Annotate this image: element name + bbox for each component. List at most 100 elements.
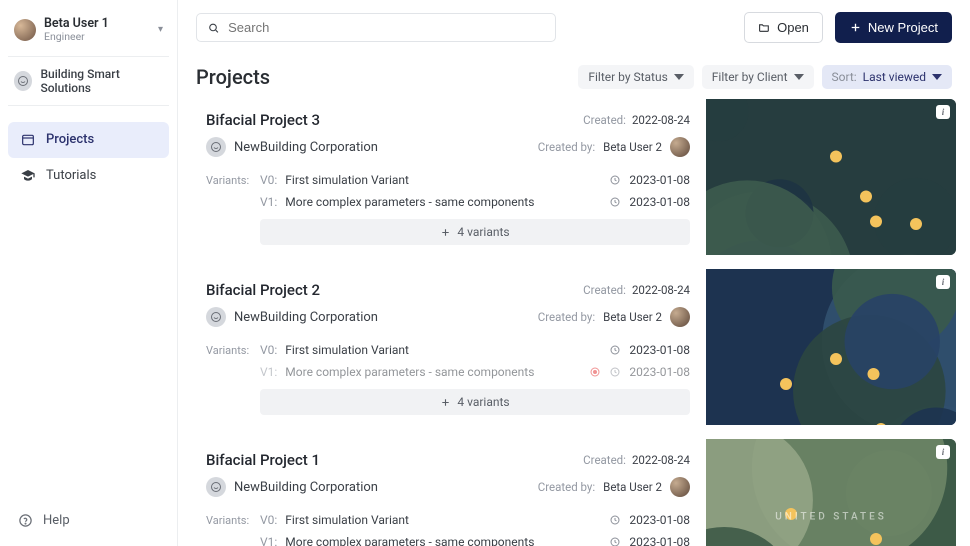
- map-info-button[interactable]: i: [936, 445, 950, 459]
- more-variants-label: 4 variants: [457, 395, 509, 409]
- map-canvas: [706, 439, 956, 546]
- created-label: Created:: [583, 113, 626, 127]
- variant-date: 2023-01-08: [629, 195, 690, 209]
- variant-key: V1:: [260, 195, 277, 209]
- projects-icon: [20, 132, 36, 148]
- org-selector[interactable]: Building Smart Solutions: [8, 57, 169, 106]
- variant-name: More complex parameters - same component…: [285, 195, 534, 209]
- created-label: Created:: [583, 283, 626, 297]
- creator-avatar: [670, 307, 690, 327]
- filter-client[interactable]: Filter by Client: [702, 65, 814, 89]
- topbar: Open New Project: [178, 0, 970, 51]
- variant-key: V0:: [260, 343, 277, 357]
- project-card[interactable]: Bifacial Project 1 Created: 2022-08-24 Ne…: [196, 439, 956, 546]
- help-label: Help: [43, 513, 70, 528]
- map-info-button[interactable]: i: [936, 275, 950, 289]
- variant-date: 2023-01-08: [629, 535, 690, 546]
- avatar: [14, 19, 36, 41]
- created-by-value: Beta User 2: [603, 480, 662, 494]
- variants-label: Variants:: [206, 514, 252, 527]
- filter-status[interactable]: Filter by Status: [578, 65, 693, 89]
- project-map[interactable]: UNITED STATES i: [706, 439, 956, 546]
- search-input[interactable]: [228, 20, 545, 35]
- variant-row[interactable]: V1: More complex parameters - same compo…: [206, 531, 690, 546]
- variant-key: V1:: [260, 365, 277, 379]
- org-icon: [14, 71, 32, 91]
- client-name: NewBuilding Corporation: [234, 480, 378, 495]
- map-info-button[interactable]: i: [936, 105, 950, 119]
- created-by-label: Created by:: [538, 480, 595, 494]
- variant-key: V1:: [260, 535, 277, 546]
- user-menu[interactable]: Beta User 1 Engineer ▾: [8, 10, 169, 57]
- created-date: 2022-08-24: [632, 453, 690, 467]
- open-button[interactable]: Open: [744, 12, 823, 43]
- clock-icon: [609, 196, 621, 208]
- client-name: NewBuilding Corporation: [234, 140, 378, 155]
- variant-name: More complex parameters - same component…: [285, 365, 534, 379]
- project-title: Bifacial Project 2: [206, 281, 320, 299]
- variant-name: More complex parameters - same component…: [285, 535, 534, 546]
- variant-row[interactable]: Variants: V0: First simulation Variant 2…: [206, 509, 690, 531]
- clock-icon: [609, 174, 621, 186]
- variant-date: 2023-01-08: [629, 343, 690, 357]
- help-link[interactable]: Help: [8, 505, 169, 536]
- project-body: Bifacial Project 1 Created: 2022-08-24 Ne…: [196, 439, 706, 546]
- sidebar: Beta User 1 Engineer ▾ Building Smart So…: [0, 0, 178, 546]
- chevron-down-icon: [932, 72, 942, 82]
- page-title: Projects: [196, 65, 270, 89]
- project-map[interactable]: i: [706, 99, 956, 255]
- more-variants-button[interactable]: 4 variants: [260, 389, 690, 415]
- created-by-value: Beta User 2: [603, 140, 662, 154]
- variant-row[interactable]: Variants: V0: First simulation Variant 2…: [206, 169, 690, 191]
- created-label: Created:: [583, 453, 626, 467]
- variant-name: First simulation Variant: [285, 173, 409, 187]
- chevron-down-icon: ▾: [158, 24, 163, 35]
- variant-date: 2023-01-08: [629, 513, 690, 527]
- created-date: 2022-08-24: [632, 113, 690, 127]
- page-header: Projects Filter by Status Filter by Clie…: [178, 51, 970, 99]
- sort-pill[interactable]: Sort: Last viewed: [822, 65, 953, 89]
- clock-icon: [609, 366, 621, 378]
- client-icon: [206, 307, 226, 327]
- variant-date: 2023-01-08: [629, 173, 690, 187]
- created-by-label: Created by:: [538, 310, 595, 324]
- clock-icon: [609, 514, 621, 526]
- filters: Filter by Status Filter by Client Sort: …: [578, 65, 952, 89]
- new-project-button[interactable]: New Project: [835, 12, 952, 43]
- creator-avatar: [670, 477, 690, 497]
- variant-row[interactable]: V1: More complex parameters - same compo…: [206, 361, 690, 383]
- search-box[interactable]: [196, 13, 556, 42]
- client-icon: [206, 477, 226, 497]
- clock-icon: [609, 536, 621, 546]
- project-map[interactable]: i: [706, 269, 956, 425]
- project-body: Bifacial Project 3 Created: 2022-08-24 Ne…: [196, 99, 706, 255]
- client-name: NewBuilding Corporation: [234, 310, 378, 325]
- more-variants-label: 4 variants: [457, 225, 509, 239]
- project-title: Bifacial Project 1: [206, 451, 320, 469]
- nav-item-projects[interactable]: Projects: [8, 122, 169, 158]
- project-body: Bifacial Project 2 Created: 2022-08-24 Ne…: [196, 269, 706, 425]
- variant-name: First simulation Variant: [285, 513, 409, 527]
- created-date: 2022-08-24: [632, 283, 690, 297]
- map-canvas: [706, 99, 956, 255]
- search-icon: [207, 21, 220, 35]
- project-card[interactable]: Bifacial Project 2 Created: 2022-08-24 Ne…: [196, 269, 956, 425]
- chevron-down-icon: [674, 72, 684, 82]
- user-name: Beta User 1: [44, 16, 150, 31]
- variants-label: Variants:: [206, 344, 252, 357]
- nav-label: Tutorials: [46, 168, 96, 183]
- variant-row[interactable]: V1: More complex parameters - same compo…: [206, 191, 690, 213]
- help-icon: [18, 513, 33, 528]
- plus-icon: [440, 397, 451, 408]
- tutorials-icon: [20, 168, 36, 184]
- nav-label: Projects: [46, 132, 94, 147]
- more-variants-button[interactable]: 4 variants: [260, 219, 690, 245]
- project-card[interactable]: Bifacial Project 3 Created: 2022-08-24 Ne…: [196, 99, 956, 255]
- creator-avatar: [670, 137, 690, 157]
- record-icon: [589, 366, 601, 378]
- clock-icon: [609, 344, 621, 356]
- nav-item-tutorials[interactable]: Tutorials: [8, 158, 169, 194]
- plus-icon: [849, 21, 862, 34]
- variant-row[interactable]: Variants: V0: First simulation Variant 2…: [206, 339, 690, 361]
- project-title: Bifacial Project 3: [206, 111, 320, 129]
